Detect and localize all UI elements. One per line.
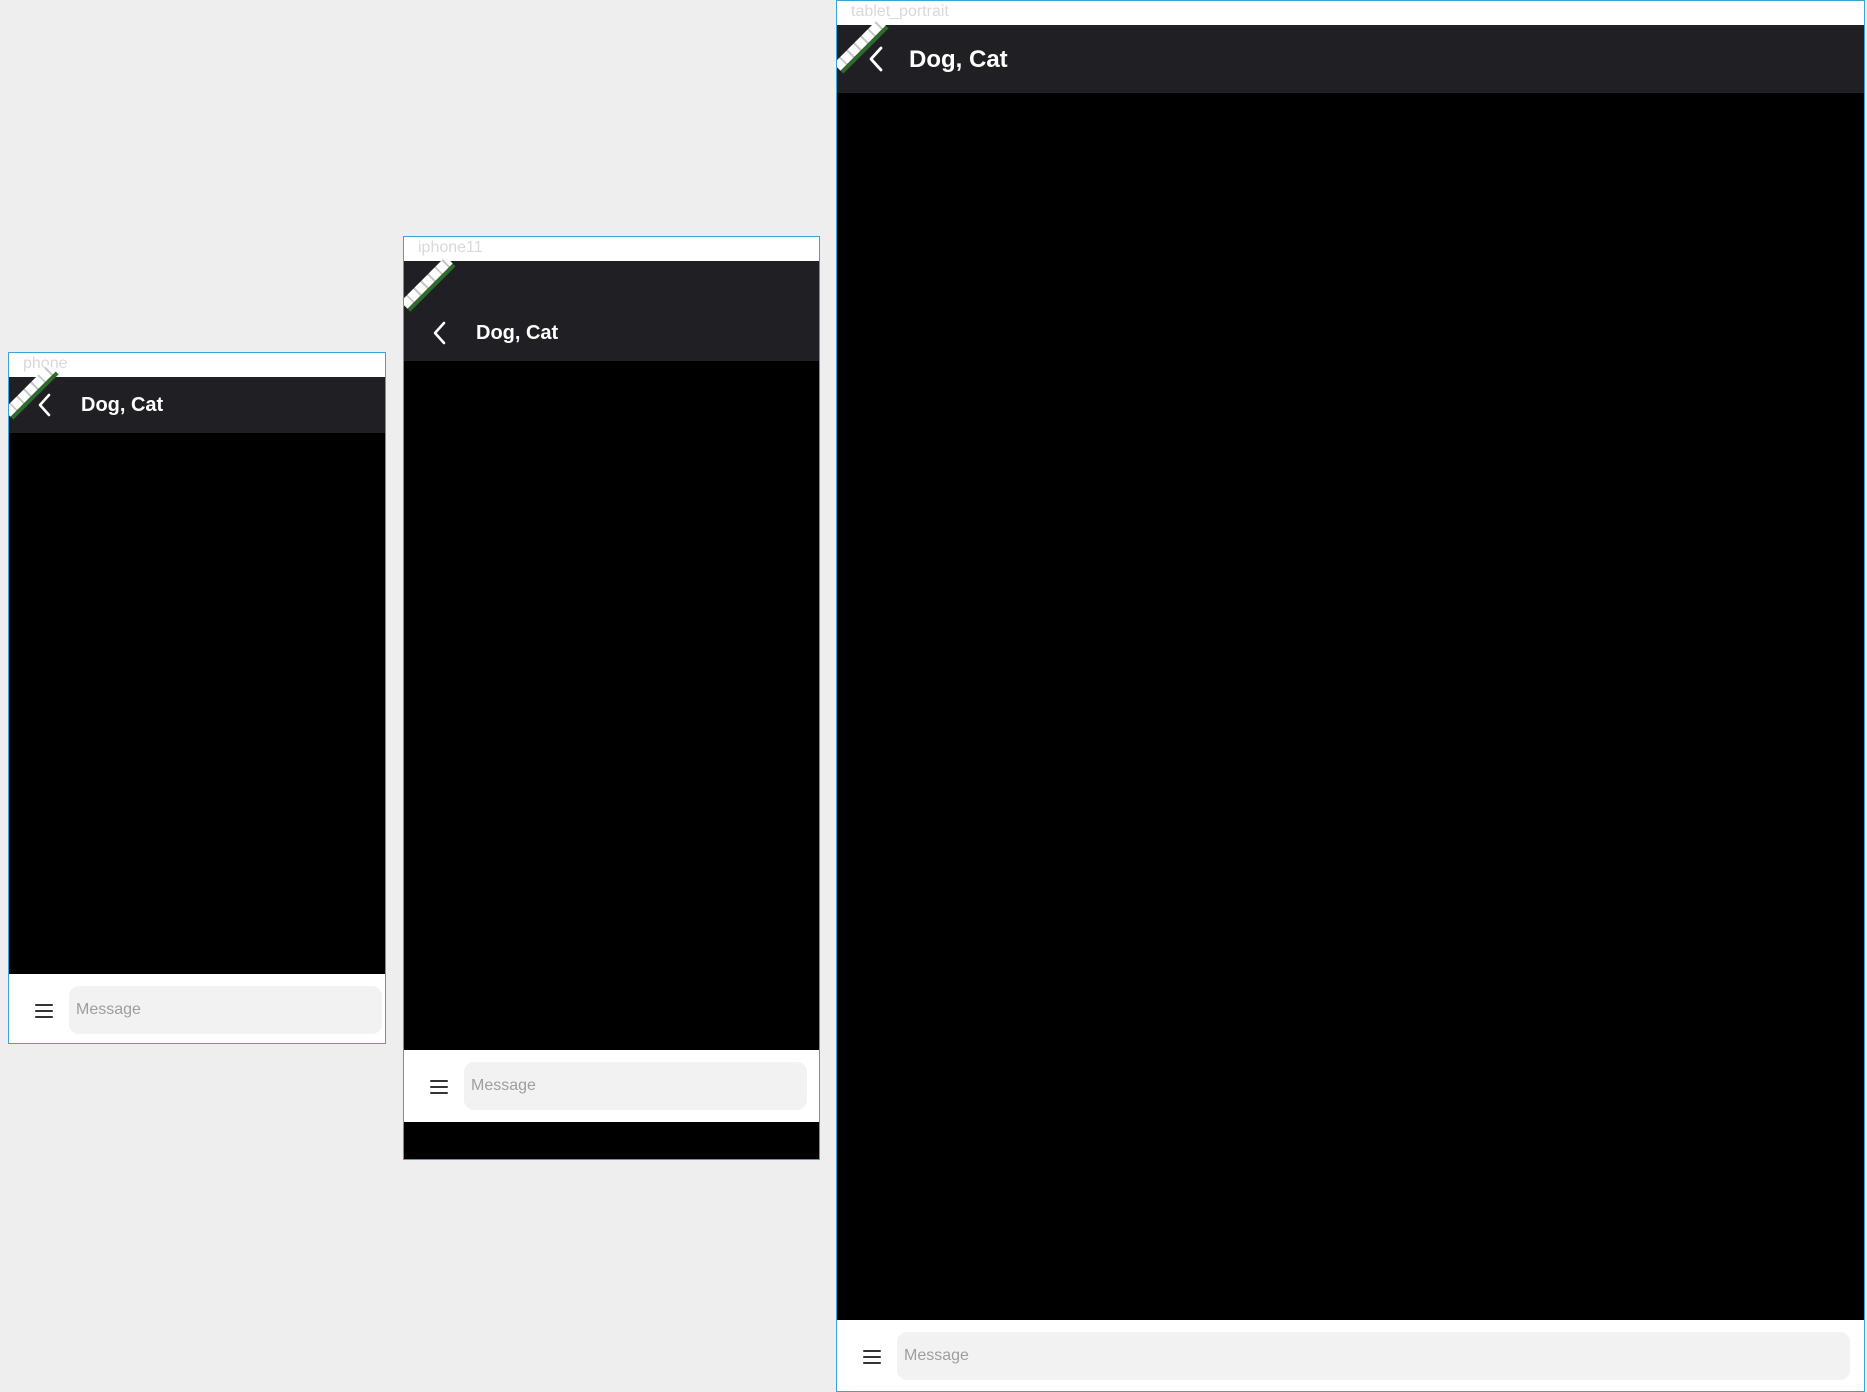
frame-label: tablet_portrait <box>851 3 949 20</box>
phone-frame: phone Dog, Cat <box>8 352 386 1044</box>
app-bar: Dog, Cat <box>9 377 385 433</box>
message-list[interactable] <box>404 361 819 1050</box>
conversation-title: Dog, Cat <box>909 46 1008 73</box>
message-input[interactable] <box>897 1332 1850 1380</box>
conversation-title: Dog, Cat <box>81 394 164 416</box>
menu-icon[interactable] <box>33 1002 55 1020</box>
app-bar: Dog, Cat <box>404 305 819 361</box>
back-chevron-icon[interactable] <box>428 320 450 346</box>
message-composer <box>9 974 385 1043</box>
message-list[interactable] <box>837 93 1864 1320</box>
message-input[interactable] <box>69 986 382 1034</box>
message-composer <box>837 1320 1864 1391</box>
status-bar <box>404 261 819 305</box>
message-composer <box>404 1050 819 1122</box>
message-list[interactable] <box>9 433 385 974</box>
menu-icon[interactable] <box>428 1078 450 1096</box>
back-chevron-icon[interactable] <box>865 46 887 72</box>
home-indicator-area <box>404 1122 819 1159</box>
message-input[interactable] <box>464 1062 807 1110</box>
menu-icon[interactable] <box>861 1348 883 1366</box>
frame-label: iphone11 <box>418 239 483 256</box>
tablet-portrait-frame: tablet_portrait Dog, Cat <box>836 0 1865 1392</box>
iphone11-frame: iphone11 Dog, Cat <box>403 236 820 1160</box>
conversation-title: Dog, Cat <box>476 322 559 344</box>
app-bar: Dog, Cat <box>837 25 1864 93</box>
